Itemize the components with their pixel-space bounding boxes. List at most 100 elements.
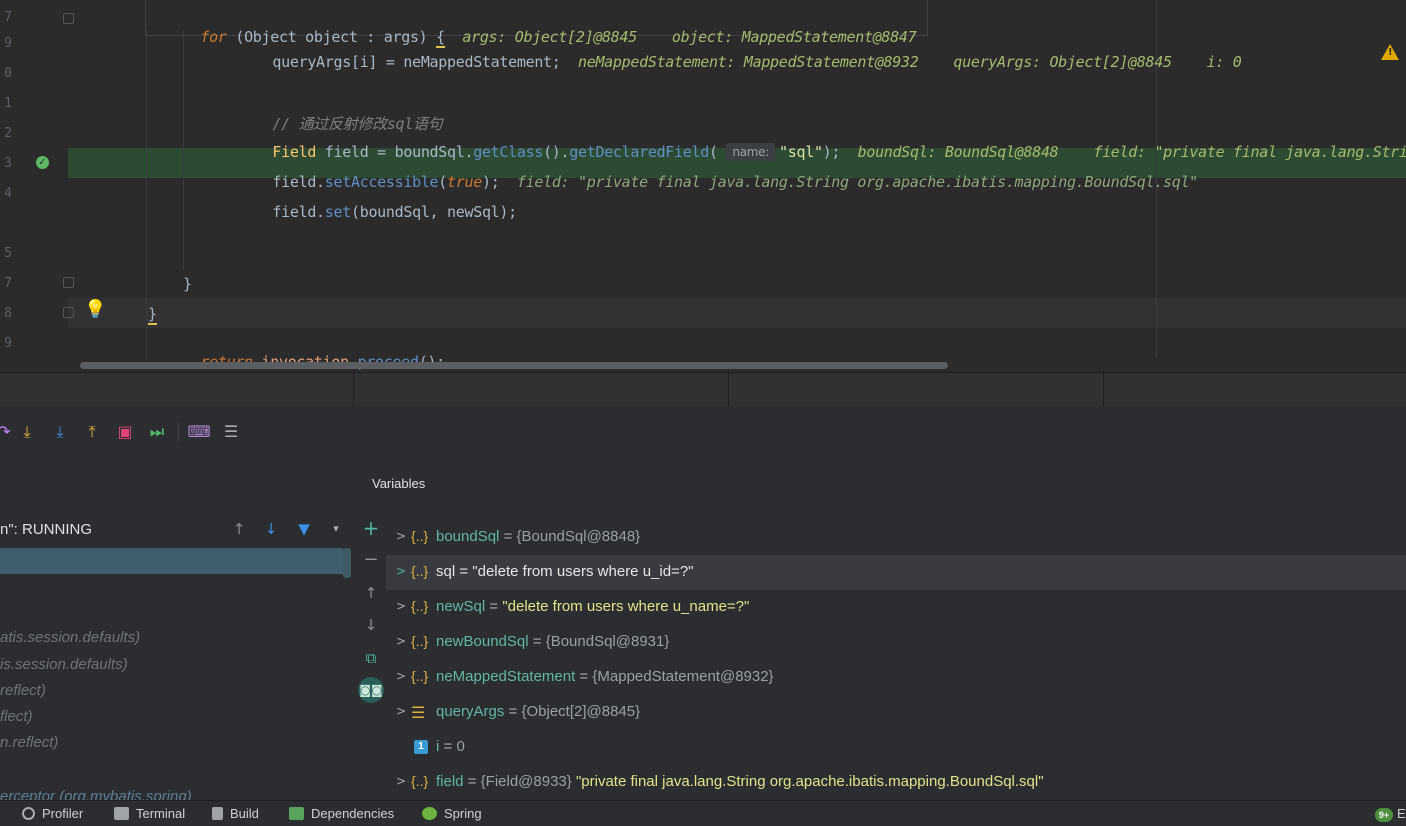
variable-name: field [436,773,464,790]
build-tab[interactable]: Build [212,806,259,821]
terminal-icon [114,807,129,820]
variable-row[interactable]: > {..} neMappedStatement = {MappedStatem… [386,660,1406,695]
object-icon: {..} [411,668,429,684]
editor-tab-strip [0,372,1406,407]
run-to-cursor-icon[interactable]: ⏭ [145,420,169,444]
code-line[interactable]: queryArgs[i] = neMappedStatement; neMapp… [0,28,1406,71]
frame-item[interactable]: atis.session.defaults) [0,629,140,646]
code-line[interactable]: // 通过反射修改sql语句 [0,88,1406,133]
code-line[interactable]: } [0,298,1406,328]
variable-value: {Field@8933} [480,773,572,790]
frame-item-selected[interactable] [0,548,343,574]
primitive-icon: 1 [414,740,428,754]
variable-row[interactable]: 1 i = 0 [386,730,1406,765]
force-step-into-icon[interactable]: ⤓ [48,420,72,444]
chevron-right-icon[interactable]: > [396,564,406,578]
build-label: Build [230,806,259,821]
variable-value-string: "private final java.lang.String org.apac… [571,773,1044,790]
variable-name: boundSql [436,528,500,545]
frame-item[interactable]: n.reflect) [0,734,58,751]
frame-item[interactable]: is.session.defaults) [0,656,128,673]
notification-badge[interactable]: 9+ [1375,808,1393,822]
frames-scrollbar[interactable] [343,548,351,578]
closing-brace: } [148,305,157,325]
variable-value: "delete from users where u_id=?" [472,563,694,580]
code-line[interactable]: field.setAccessible(true); field: "priva… [0,148,1406,191]
variables-panel-title: Variables [372,476,426,491]
watches-glasses-icon[interactable]: ◙◙ [358,677,384,703]
profiler-label: Profiler [42,806,84,821]
variable-equals: = [463,773,481,790]
debug-toolbar: ↷ ⤓ ⤓ ⤒ ▣ ⏭ ⌨ ☰ [0,406,1406,458]
dependencies-tab[interactable]: Dependencies [289,806,394,821]
event-log-label[interactable]: Ev [1397,806,1406,821]
variable-equals: = [528,633,546,650]
code-token: (boundSql, newSql); [350,203,517,221]
spring-tab[interactable]: Spring [422,806,482,821]
add-watch-icon[interactable]: + [359,516,383,540]
dependencies-label: Dependencies [311,806,395,821]
arrow-down-icon[interactable]: ↓ [359,613,383,637]
drop-frame-icon[interactable]: ▣ [113,420,137,444]
variable-row[interactable]: > {..} newSql = "delete from users where… [386,590,1406,625]
inline-value: neMappedStatement: MappedStatement@8932 … [577,53,1242,71]
tab-divider [728,373,729,407]
code-token: field. [272,203,325,221]
evaluate-expression-icon[interactable]: ⌨ [187,420,211,444]
frames-header: n": RUNNING ↑ ↓ ▼ ▾ [0,510,355,548]
variable-row[interactable]: > {..} field = {Field@8933} "private fin… [386,765,1406,800]
chevron-right-icon[interactable]: > [396,599,406,613]
variables-tree: > {..} boundSql = {BoundSql@8848} > {..}… [386,520,1406,800]
copy-icon[interactable]: ⧉ [359,646,383,670]
variable-equals: = [485,598,503,615]
frame-item[interactable]: reflect) [0,682,46,699]
spring-icon [422,807,437,820]
step-over-icon[interactable]: ↷ [0,420,16,444]
object-icon: {..} [411,773,429,789]
variable-row[interactable]: > {..} newBoundSql = {BoundSql@8931} [386,625,1406,660]
terminal-tab[interactable]: Terminal [114,806,185,821]
chevron-right-icon[interactable]: > [396,669,406,683]
chevron-right-icon[interactable]: > [396,529,406,543]
profiler-icon [22,807,35,820]
variable-value: 0 [456,738,465,755]
variable-row-selected[interactable]: > {..} sql = "delete from users where u_… [386,555,1406,590]
variable-name: queryArgs [436,703,505,720]
variable-row[interactable]: > ☰ queryArgs = {Object[2]@8845} [386,695,1406,730]
variables-toolbar: + − ↑ ↓ ⧉ ◙◙ [356,510,386,800]
variable-value: {BoundSql@8931} [545,633,670,650]
arrow-down-icon[interactable]: ↓ [262,520,280,538]
remove-watch-icon[interactable]: − [359,548,383,572]
variable-value: {BoundSql@8848} [516,528,641,545]
object-icon: {..} [411,598,429,614]
code-line[interactable]: field.set(boundSql, newSql); [0,178,1406,221]
trace-list-icon[interactable]: ☰ [219,420,243,444]
status-bar: Profiler Terminal Build Dependencies Spr… [0,800,1406,826]
variable-row[interactable]: > {..} boundSql = {BoundSql@8848} [386,520,1406,555]
variable-value: {MappedStatement@8932} [592,668,774,685]
chevron-right-icon[interactable]: > [396,774,406,788]
code-line[interactable]: return invocation.proceed(); [0,328,1406,371]
frame-item[interactable]: flect) [0,708,33,725]
variable-equals: = [455,563,473,580]
horizontal-scrollbar[interactable] [80,362,948,369]
code-editor[interactable]: 7 9 0 1 2 3 4 5 7 8 9 ✓ 💡 ! for (Object … [0,0,1406,372]
variable-name: sql [436,563,456,580]
dependencies-icon [289,807,304,820]
arrow-up-icon[interactable]: ↑ [230,520,248,538]
chevron-down-icon[interactable]: ▾ [327,520,345,538]
filter-icon[interactable]: ▼ [295,520,313,538]
closing-brace: } [183,275,192,293]
line-number: 0 [4,66,12,81]
step-into-icon[interactable]: ⤓ [15,420,39,444]
array-icon: ☰ [411,705,426,722]
profiler-tab[interactable]: Profiler [22,806,83,821]
chevron-right-icon[interactable]: > [396,704,406,718]
step-out-icon[interactable]: ⤒ [80,420,104,444]
variable-equals: = [439,738,457,755]
spring-label: Spring [444,806,482,821]
arrow-up-icon[interactable]: ↑ [359,581,383,605]
code-line[interactable]: } [0,268,1406,298]
code-line[interactable]: Field field = boundSql.getClass().getDec… [0,118,1406,161]
chevron-right-icon[interactable]: > [396,634,406,648]
